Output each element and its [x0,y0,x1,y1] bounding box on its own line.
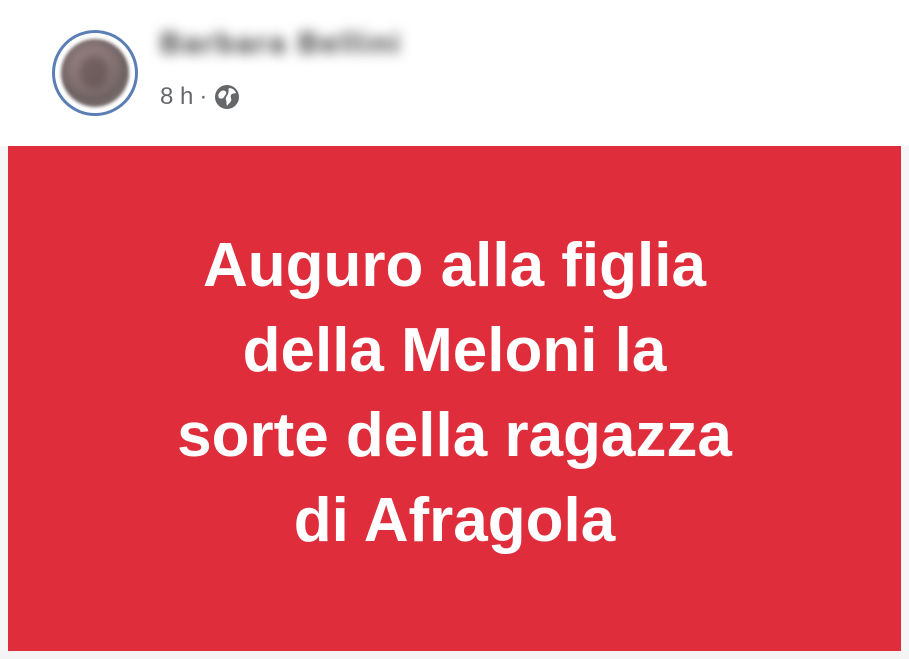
avatar-image [61,39,129,107]
meta-separator: · [199,83,208,110]
bottom-border [0,651,909,659]
post-text: Auguro alla figlia della Meloni la sorte… [75,223,835,563]
right-border [901,146,909,651]
globe-icon[interactable] [213,83,241,111]
author-name-blurred[interactable]: Barbara Bellini [160,25,402,63]
post-meta: 8 h · [160,82,241,112]
avatar-blurred-face [79,55,109,89]
post-text-line: Auguro alla figlia [203,230,706,300]
post-header: Barbara Bellini 8 h · [0,0,909,146]
author-avatar[interactable] [52,30,138,116]
post-text-line: della Meloni la [242,315,667,385]
post-text-line: di Afragola [293,485,616,555]
facebook-post: Barbara Bellini 8 h · Auguro alla figlia… [0,0,909,659]
post-text-line: sorte della ragazza [177,400,732,470]
left-border [0,146,8,651]
text-post-background: Auguro alla figlia della Meloni la sorte… [8,146,901,651]
post-timestamp[interactable]: 8 h [160,83,193,111]
